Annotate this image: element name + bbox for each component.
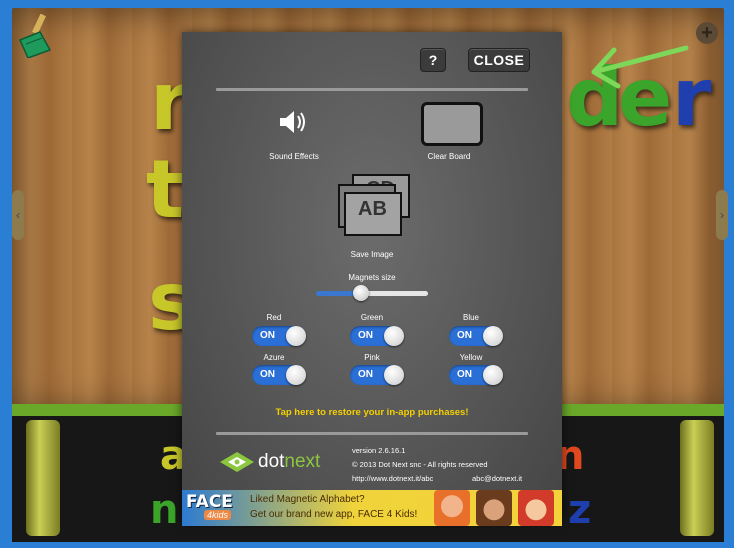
settings-panel: ? CLOSE Sound Effects Clear Board CD AB … bbox=[182, 32, 562, 522]
ad-banner[interactable]: FACE 4kids Liked Magnetic Alphabet? Get … bbox=[182, 490, 562, 526]
ad-brand-sub: 4kids bbox=[204, 510, 232, 520]
restore-purchases-link[interactable]: Tap here to restore your in-app purchase… bbox=[182, 407, 562, 418]
ad-kid-face-icon bbox=[434, 490, 470, 526]
sound-effects-label: Sound Effects bbox=[269, 152, 319, 161]
toggle-blue[interactable]: ON bbox=[449, 326, 503, 346]
toggle-state: ON bbox=[260, 369, 275, 380]
left-scroll-arrow[interactable]: ‹ bbox=[12, 190, 24, 240]
toggle-pink[interactable]: ON bbox=[350, 365, 404, 385]
magnets-size-slider[interactable] bbox=[316, 291, 428, 296]
save-image-icon[interactable]: CD AB bbox=[332, 172, 412, 242]
toggle-state: ON bbox=[457, 330, 472, 341]
help-button[interactable]: ? bbox=[420, 48, 446, 72]
toggle-state: ON bbox=[358, 369, 373, 380]
toggle-green[interactable]: ON bbox=[350, 326, 404, 346]
clear-board-label: Clear Board bbox=[427, 152, 471, 161]
ad-line-1: Liked Magnetic Alphabet? bbox=[250, 494, 365, 505]
dotnext-logo-text: dotnext bbox=[258, 448, 320, 476]
divider bbox=[216, 432, 528, 435]
toggle-state: ON bbox=[457, 369, 472, 380]
color-label-green: Green bbox=[360, 313, 384, 322]
color-label-pink: Pink bbox=[364, 353, 380, 362]
toggle-azure[interactable]: ON bbox=[252, 365, 306, 385]
dotnext-logo[interactable]: dotnext bbox=[218, 448, 338, 476]
toggle-red[interactable]: ON bbox=[252, 326, 306, 346]
magnets-size-slider-thumb[interactable] bbox=[352, 285, 369, 301]
save-image-front-letters: AB bbox=[358, 198, 387, 220]
ad-kid-face-icon bbox=[476, 490, 512, 526]
magnets-size-label: Magnets size bbox=[348, 273, 396, 282]
toggle-state: ON bbox=[260, 330, 275, 341]
dotnext-logo-icon bbox=[220, 452, 254, 472]
ad-line-2: Get our brand new app, FACE 4 Kids! bbox=[250, 509, 418, 520]
close-button[interactable]: CLOSE bbox=[468, 48, 530, 72]
color-label-azure: Azure bbox=[263, 353, 285, 362]
ad-kid-face-icon bbox=[518, 490, 554, 526]
website-link[interactable]: http://www.dotnext.it/abc bbox=[352, 474, 433, 483]
copyright-text: © 2013 Dot Next snc - All rights reserve… bbox=[352, 460, 488, 469]
broom-icon[interactable] bbox=[16, 14, 58, 58]
add-icon[interactable]: + bbox=[696, 22, 718, 44]
toggle-state: ON bbox=[358, 330, 373, 341]
toggle-knob bbox=[483, 326, 503, 346]
speaker-icon[interactable] bbox=[278, 106, 310, 138]
toggle-knob bbox=[384, 326, 404, 346]
toggle-knob bbox=[286, 365, 306, 385]
toggle-knob bbox=[286, 326, 306, 346]
divider bbox=[216, 88, 528, 91]
save-image-label: Save Image bbox=[350, 250, 394, 259]
color-label-blue: Blue bbox=[462, 313, 479, 322]
ad-brand: FACE bbox=[186, 492, 233, 512]
tray-letter[interactable]: z bbox=[568, 490, 591, 530]
tray-roller-left[interactable] bbox=[26, 420, 60, 536]
color-label-yellow: Yellow bbox=[459, 353, 483, 362]
board-letter[interactable]: t bbox=[146, 150, 184, 230]
hint-arrow-icon bbox=[591, 45, 689, 89]
toggle-knob bbox=[384, 365, 404, 385]
color-label-red: Red bbox=[266, 313, 282, 322]
tray-roller-right[interactable] bbox=[680, 420, 714, 536]
email-link[interactable]: abc@dotnext.it bbox=[472, 474, 522, 483]
logo-prefix: dot bbox=[258, 451, 285, 472]
right-scroll-arrow[interactable]: › bbox=[716, 190, 728, 240]
logo-suffix: next bbox=[284, 451, 321, 472]
version-text: version 2.6.16.1 bbox=[352, 446, 406, 455]
toggle-knob bbox=[483, 365, 503, 385]
toggle-yellow[interactable]: ON bbox=[449, 365, 503, 385]
tray-letter[interactable]: n bbox=[150, 490, 178, 530]
clear-board-icon[interactable] bbox=[421, 102, 483, 146]
